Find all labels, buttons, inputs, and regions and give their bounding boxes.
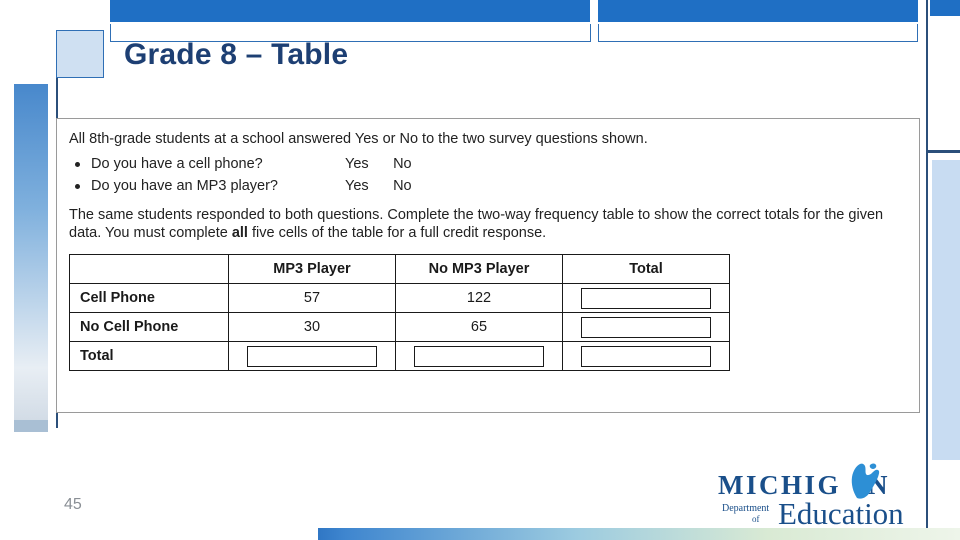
left-bar-foot (14, 420, 48, 432)
table-corner-cell (69, 254, 229, 285)
logo-department-text: Department (722, 503, 770, 514)
table-row: Cell Phone 57 122 (69, 283, 730, 314)
list-item: Do you have an MP3 player? Yes No (69, 177, 909, 196)
top-right-edge-block (930, 0, 960, 16)
question-intro: All 8th-grade students at a school answe… (69, 131, 648, 147)
left-bar-notch (14, 28, 48, 84)
question-instructions: The same students responded to both ques… (69, 206, 905, 242)
title-accent-square (56, 30, 104, 78)
table-head: MP3 Player No MP3 Player Total (69, 254, 730, 285)
cell-nocellphone-total (562, 312, 730, 343)
survey-question-text: Do you have an MP3 player? (91, 178, 278, 194)
column-header-total: Total (562, 254, 730, 285)
cell-total-total (562, 341, 730, 372)
table-row: Total (69, 341, 730, 372)
row-header-total: Total (69, 341, 229, 372)
answer-input-box[interactable] (581, 287, 711, 309)
answer-input-box[interactable] (581, 316, 711, 338)
question-content-box: All 8th-grade students at a school answe… (56, 118, 920, 413)
column-header-mp3-player: MP3 Player (228, 254, 396, 285)
michigan-department-of-education-logo: MICHIG N Department of Education (718, 462, 918, 531)
answer-input-box[interactable] (247, 345, 377, 367)
logo-of-text: of (752, 514, 760, 524)
cell-cellphone-total (562, 283, 730, 314)
question-content: All 8th-grade students at a school answe… (69, 131, 909, 372)
instructions-part-2: five cells of the table for a full credi… (247, 225, 547, 242)
top-accent-bar-right (598, 0, 918, 22)
slide: Grade 8 – Table All 8th-grade students a… (0, 0, 960, 540)
logo-education-text: Education (778, 496, 904, 531)
cell-nocellphone-nomp3: 65 (395, 312, 563, 343)
slide-page-number: 45 (64, 496, 82, 513)
page-title: Grade 8 – Table (124, 38, 349, 71)
survey-option-yes: Yes (345, 156, 369, 172)
row-header-no-cell-phone: No Cell Phone (69, 312, 229, 343)
bullet-icon (75, 184, 80, 189)
survey-option-yes: Yes (345, 178, 369, 194)
table-row: No Cell Phone 30 65 (69, 312, 730, 343)
bullet-icon (75, 162, 80, 167)
survey-option-no: No (393, 156, 412, 172)
cell-total-nomp3 (395, 341, 563, 372)
cell-nocellphone-mp3: 30 (228, 312, 396, 343)
survey-question-list: Do you have a cell phone? Yes No Do you … (69, 155, 909, 196)
table-header-row: MP3 Player No MP3 Player Total (69, 254, 730, 285)
cell-total-mp3 (228, 341, 396, 372)
column-header-no-mp3-player: No MP3 Player (395, 254, 563, 285)
row-header-cell-phone: Cell Phone (69, 283, 229, 314)
instructions-emphasis: all (231, 225, 248, 242)
two-way-frequency-table: MP3 Player No MP3 Player Total Cell Phon… (69, 254, 730, 372)
answer-input-box[interactable] (414, 345, 544, 367)
answer-input-box[interactable] (581, 345, 711, 367)
cell-cellphone-mp3: 57 (228, 283, 396, 314)
left-gradient-bar (14, 28, 48, 428)
list-item: Do you have a cell phone? Yes No (69, 155, 909, 174)
top-accent-bar-left (110, 0, 590, 22)
cell-cellphone-nomp3: 122 (395, 283, 563, 314)
right-light-panel (932, 160, 960, 460)
bottom-bar-left-mask (0, 528, 318, 540)
survey-option-no: No (393, 178, 412, 194)
right-vertical-rule (926, 0, 928, 540)
michigan-mitten-icon (851, 463, 880, 499)
survey-question-text: Do you have a cell phone? (91, 156, 263, 172)
top-outline-right (598, 24, 918, 42)
table-body: Cell Phone 57 122 No Cell Phone 30 65 To… (69, 283, 730, 372)
right-rule-tick (926, 150, 960, 153)
